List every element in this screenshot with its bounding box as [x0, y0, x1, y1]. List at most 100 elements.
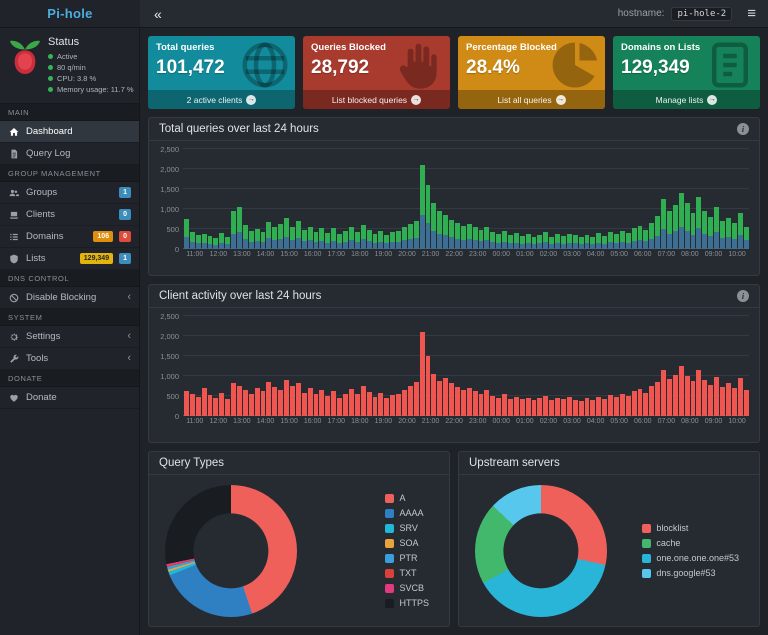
- bar-segment-cached: [484, 240, 489, 249]
- legend-item-dns-google-53[interactable]: dns.google#53: [642, 568, 739, 578]
- bar: [196, 397, 201, 416]
- total-queries-chart[interactable]: [183, 149, 749, 249]
- bar-segment-cached: [349, 240, 354, 249]
- info-icon[interactable]: i: [737, 123, 749, 135]
- bar-segment-permitted: [367, 230, 372, 242]
- bar: [702, 211, 707, 249]
- sidebar-section-header-donate: DONATE: [0, 370, 139, 387]
- y-tick-label: 1,500: [160, 352, 179, 360]
- bar-segment-cached: [443, 235, 448, 249]
- sidebar-item-groups[interactable]: Groups1: [0, 182, 139, 204]
- query-types-donut-chart[interactable]: [165, 485, 297, 617]
- x-tick-label: 14:00: [254, 251, 278, 264]
- bar: [225, 237, 230, 249]
- bar-segment-cached: [514, 243, 519, 249]
- bar-segment-client: [608, 395, 613, 416]
- bar: [502, 231, 507, 249]
- legend-item-blocklist[interactable]: blocklist: [642, 523, 739, 533]
- bar-segment-cached: [308, 240, 313, 249]
- x-tick-label: 06:00: [631, 418, 655, 431]
- bar: [343, 231, 348, 249]
- info-icon[interactable]: i: [737, 290, 749, 302]
- sidebar-collapse-button[interactable]: «: [150, 7, 166, 21]
- legend-item-cache[interactable]: cache: [642, 538, 739, 548]
- sidebar-item-query-log[interactable]: Query Log: [0, 143, 139, 165]
- bar-segment-permitted: [266, 222, 271, 238]
- bar: [284, 218, 289, 249]
- bar: [667, 379, 672, 416]
- bar-segment-cached: [608, 242, 613, 249]
- legend-item-one-one-one-one-53[interactable]: one.one.one.one#53: [642, 553, 739, 563]
- bar-segment-cached: [508, 243, 513, 249]
- bar-segment-client: [249, 394, 254, 416]
- bar-segment-client: [414, 382, 419, 416]
- home-icon: [8, 127, 20, 137]
- bar-segment-client: [714, 377, 719, 416]
- bar-segment-cached: [255, 241, 260, 249]
- bar-segment-cached: [219, 243, 224, 249]
- card-footer-link[interactable]: List all queries→: [458, 90, 605, 109]
- client-activity-chart[interactable]: [183, 316, 749, 416]
- bar-segment-permitted: [390, 232, 395, 242]
- bar-segment-client: [508, 399, 513, 416]
- legend-item-https[interactable]: HTTPS: [385, 598, 429, 608]
- legend-item-aaaa[interactable]: AAAA: [385, 508, 429, 518]
- legend-item-soa[interactable]: SOA: [385, 538, 429, 548]
- legend-marker: [642, 539, 651, 548]
- legend-marker: [385, 599, 394, 608]
- legend-item-a[interactable]: A: [385, 493, 429, 503]
- bar-segment-permitted: [213, 238, 218, 245]
- legend-item-svcb[interactable]: SVCB: [385, 583, 429, 593]
- bar: [573, 400, 578, 416]
- brand-link[interactable]: Pi-hole: [0, 0, 140, 27]
- upstream-servers-donut-chart[interactable]: [475, 485, 607, 617]
- status-label: CPU: 3.8 %: [57, 73, 96, 84]
- bar: [685, 203, 690, 249]
- sidebar-item-dashboard[interactable]: Dashboard: [0, 121, 139, 143]
- sidebar-item-disable-blocking[interactable]: Disable Blocking‹: [0, 287, 139, 309]
- card-footer-link[interactable]: 2 active clients→: [148, 90, 295, 109]
- bar-segment-permitted: [384, 235, 389, 243]
- bar-segment-cached: [302, 241, 307, 249]
- sidebar-item-settings[interactable]: Settings‹: [0, 326, 139, 348]
- legend-item-srv[interactable]: SRV: [385, 523, 429, 533]
- bar-segment-client: [473, 391, 478, 416]
- bar: [532, 237, 537, 249]
- bar: [402, 227, 407, 249]
- hamburger-menu-icon[interactable]: ≡: [739, 6, 758, 21]
- bar-segment-cached: [490, 242, 495, 249]
- bar-segment-cached: [590, 244, 595, 249]
- bar: [714, 377, 719, 416]
- bar-segment-cached: [290, 240, 295, 249]
- bar-segment-cached: [561, 244, 566, 249]
- sidebar-item-donate[interactable]: Donate: [0, 387, 139, 409]
- bar: [184, 391, 189, 416]
- legend-item-ptr[interactable]: PTR: [385, 553, 429, 563]
- card-footer-link[interactable]: List blocked queries→: [303, 90, 450, 109]
- bar-segment-cached: [467, 239, 472, 249]
- card-footer-link[interactable]: Manage lists→: [613, 90, 760, 109]
- wrench-icon: [8, 354, 20, 364]
- bar: [720, 387, 725, 416]
- y-tick-label: 0: [175, 245, 179, 253]
- bar-segment-client: [620, 394, 625, 416]
- sidebar-item-clients[interactable]: Clients0: [0, 204, 139, 226]
- bar: [549, 237, 554, 249]
- x-tick-label: 18:00: [348, 251, 372, 264]
- legend-item-txt[interactable]: TXT: [385, 568, 429, 578]
- bar: [196, 235, 201, 249]
- sidebar-item-tools[interactable]: Tools‹: [0, 348, 139, 370]
- bar: [261, 391, 266, 416]
- sidebar-item-lists[interactable]: Lists129,3491: [0, 248, 139, 270]
- y-tick-label: 1,000: [160, 372, 179, 380]
- bar: [390, 395, 395, 416]
- bar-segment-permitted: [414, 221, 419, 238]
- bar-segment-permitted: [479, 230, 484, 242]
- sidebar-item-domains[interactable]: Domains1060: [0, 226, 139, 248]
- bar-segment-client: [585, 398, 590, 416]
- bar: [449, 383, 454, 416]
- bar-segment-cached: [202, 243, 207, 249]
- chart-bars: [183, 149, 749, 249]
- card-body: Queries Blocked28,792: [303, 36, 450, 90]
- bar: [502, 394, 507, 416]
